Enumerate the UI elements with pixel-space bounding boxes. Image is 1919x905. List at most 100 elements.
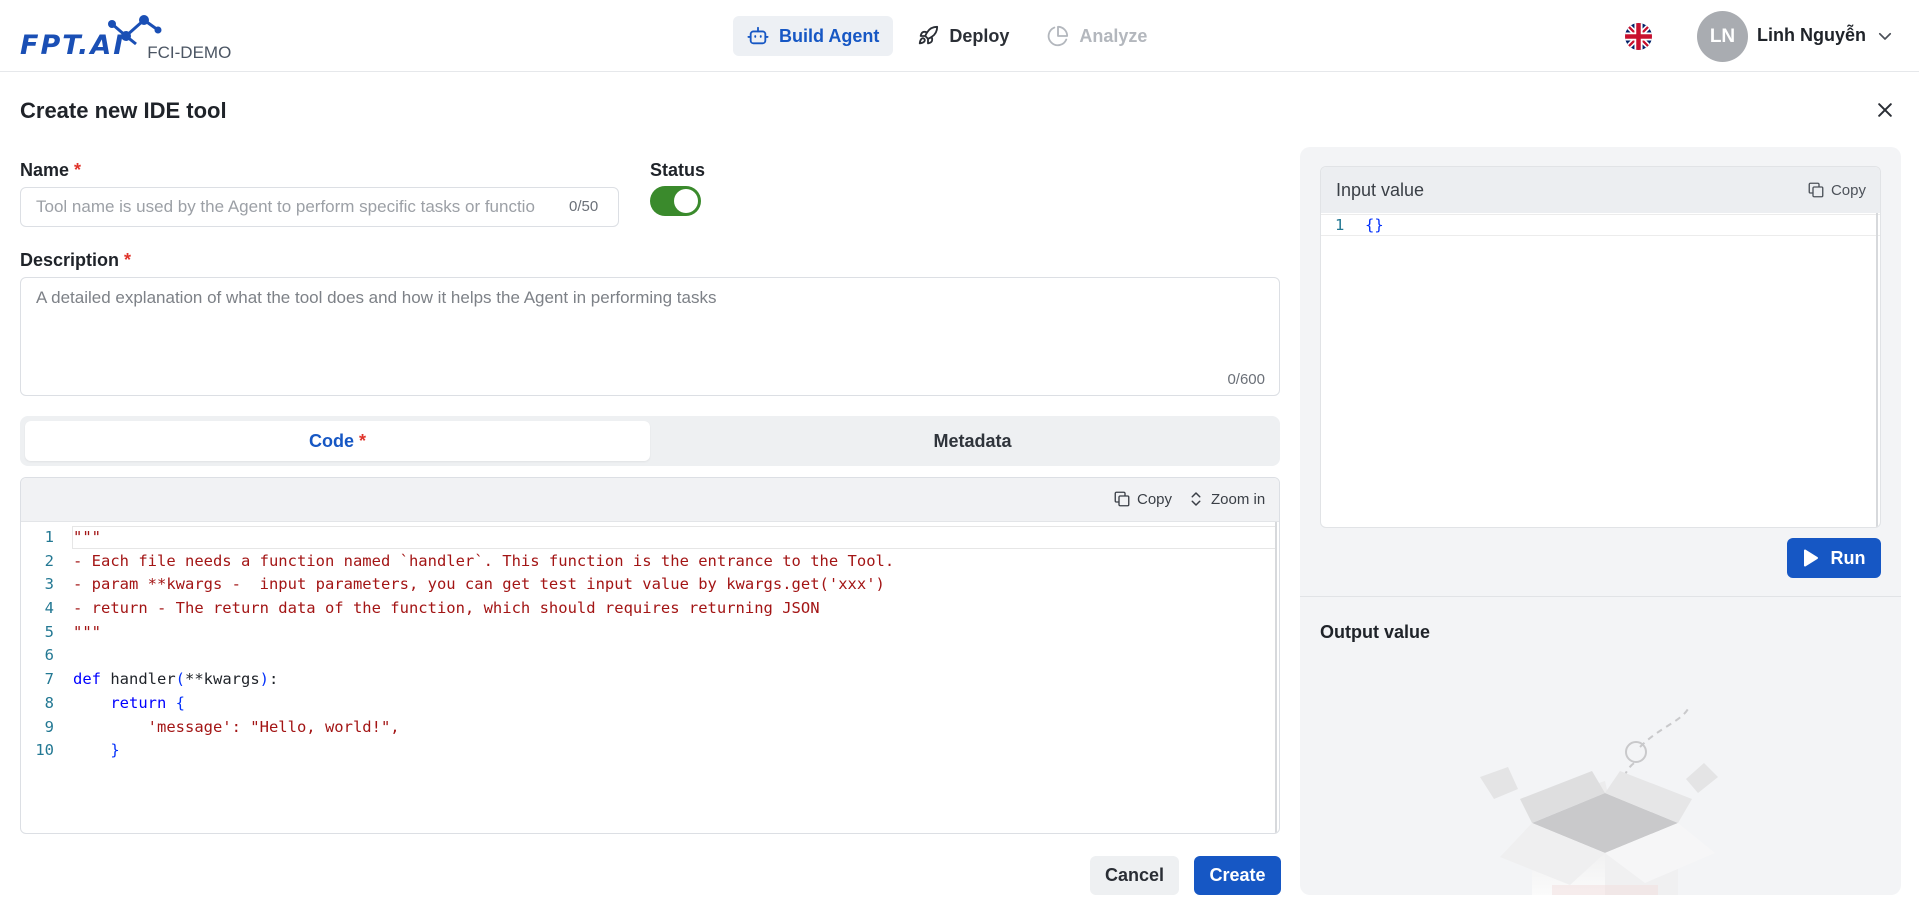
rocket-icon <box>919 25 939 45</box>
expand-vertical-icon <box>1191 492 1201 506</box>
code-text: - return - The return data of the functi… <box>73 599 820 618</box>
chevron-down-icon[interactable] <box>1876 27 1894 45</box>
editor-copy-button[interactable]: Copy <box>1113 490 1172 508</box>
description-char-counter: 0/600 <box>1227 371 1265 388</box>
code-text: """ <box>73 622 101 641</box>
user-avatar[interactable]: LN <box>1697 11 1748 62</box>
name-field[interactable]: 0/50 <box>20 187 619 227</box>
code-text: def handler(**kwargs): <box>73 670 279 689</box>
name-input[interactable] <box>21 188 551 226</box>
code-text: 'message': "Hello, world!", <box>73 717 400 736</box>
code-text: """ <box>73 528 101 546</box>
nav-tab-build-agent[interactable]: Build Agent <box>733 16 894 56</box>
panel-divider <box>1300 596 1901 597</box>
required-mark: * <box>74 160 82 180</box>
top-navigation-bar: FPT.AI FCI-DEMO Build Agent Deploy Analy… <box>0 0 1919 72</box>
status-label: Status <box>650 160 706 180</box>
input-copy-label: Copy <box>1830 181 1866 199</box>
code-line: 8 return { <box>21 692 1279 716</box>
empty-box-illustration <box>1480 708 1718 895</box>
copy-icon <box>1808 182 1824 198</box>
code-line: 2 - Each file needs a function named `han… <box>21 550 1279 574</box>
code-text: } <box>73 741 120 760</box>
toggle-knob <box>674 189 698 213</box>
code-metadata-tabs: Code * Metadata <box>20 416 1280 466</box>
code-text: return { <box>73 692 185 716</box>
code-bracket: ( <box>175 670 185 689</box>
output-value-title: Output value <box>1320 622 1431 642</box>
line-number: 5 <box>44 622 54 641</box>
tab-code-label: Code <box>308 430 354 451</box>
input-code-line[interactable]: 1 {} <box>1321 214 1880 236</box>
input-scrollbar[interactable] <box>1876 213 1878 527</box>
name-char-counter: 0/50 <box>569 198 599 215</box>
line-number: 3 <box>44 575 54 594</box>
nav-tab-deploy[interactable]: Deploy <box>903 16 1023 56</box>
line-number: 10 <box>35 741 54 760</box>
line-number: 2 <box>44 551 54 570</box>
line-number: 1 <box>44 528 54 546</box>
workspace-name: FCI-DEMO <box>147 43 232 62</box>
nav-tab-analyze[interactable]: Analyze <box>1033 16 1161 56</box>
code-bracket: ) <box>259 670 269 689</box>
code-line: 6 <box>21 644 1279 668</box>
code-keyword: return <box>110 693 167 712</box>
create-button[interactable]: Create <box>1194 856 1281 895</box>
play-icon <box>1803 549 1818 567</box>
input-value-editor[interactable]: Input value Copy 1 {} <box>1320 166 1881 528</box>
line-number: 7 <box>44 670 54 689</box>
line-number: 9 <box>44 717 54 736</box>
tab-metadata-label: Metadata <box>933 430 1012 451</box>
robot-icon <box>747 26 769 45</box>
editor-zoom-button[interactable]: Zoom in <box>1187 490 1265 508</box>
input-json-value: {} <box>1365 216 1384 234</box>
status-toggle[interactable] <box>650 186 701 216</box>
editor-toolbar: Copy Zoom in <box>21 478 1279 522</box>
uk-flag-icon[interactable] <box>1625 23 1652 50</box>
test-panel: Input value Copy 1 {} Run Output value <box>1300 147 1901 895</box>
code-line: 3 - param **kwargs - input parameters, yo… <box>21 573 1279 597</box>
line-number: 6 <box>44 646 54 665</box>
line-number: 4 <box>44 599 54 618</box>
description-label: Description * <box>20 250 131 271</box>
input-copy-button[interactable]: Copy <box>1807 181 1866 199</box>
code-keyword: def <box>73 670 101 689</box>
input-value-title: Input value <box>1336 180 1425 200</box>
brand-logo[interactable]: FPT.AI FCI-DEMO <box>20 12 232 62</box>
name-label-text: Name <box>20 160 70 180</box>
user-name[interactable]: Linh Nguyễn <box>1757 25 1866 46</box>
code-line: 1 """ <box>21 526 1279 550</box>
line-number: 1 <box>1335 216 1345 234</box>
code-line: 4 - return - The return data of the funct… <box>21 597 1279 621</box>
required-mark: * <box>358 430 366 451</box>
page-title: Create new IDE tool <box>20 98 227 123</box>
editor-copy-label: Copy <box>1137 490 1173 508</box>
input-value-header: Input value Copy <box>1321 167 1880 213</box>
description-field[interactable]: 0/600 <box>20 277 1280 396</box>
code-editor[interactable]: Copy Zoom in 1 """ 2 - Each file needs a f… <box>20 477 1280 834</box>
pie-chart-icon <box>1048 25 1069 47</box>
close-button[interactable] <box>1872 97 1898 123</box>
nav-tab-label: Analyze <box>1079 25 1148 46</box>
main-nav-tabs: Build Agent Deploy Analyze <box>733 16 1161 56</box>
code-content[interactable]: 1 """ 2 - Each file needs a function named… <box>21 526 1279 763</box>
run-label: Run <box>1830 547 1866 568</box>
name-label: Name * <box>20 160 81 181</box>
description-label-text: Description <box>20 250 120 270</box>
code-text: - param **kwargs - input parameters, you… <box>73 575 885 594</box>
cancel-button[interactable]: Cancel <box>1090 856 1179 895</box>
code-line: 7 def handler(**kwargs): <box>21 668 1279 692</box>
tab-code[interactable]: Code * <box>25 421 650 461</box>
tab-metadata[interactable]: Metadata <box>660 421 1285 461</box>
line-number: 8 <box>44 693 54 712</box>
nav-tab-label: Build Agent <box>779 25 880 46</box>
code-line: 10 } <box>21 739 1279 763</box>
code-line: 5 """ <box>21 621 1279 645</box>
editor-zoom-label: Zoom in <box>1211 490 1266 508</box>
description-input[interactable] <box>21 278 1279 368</box>
required-mark: * <box>124 250 132 270</box>
code-text: - Each file needs a function named `hand… <box>73 551 895 570</box>
run-button[interactable]: Run <box>1787 538 1881 578</box>
close-icon <box>1878 103 1892 117</box>
editor-scrollbar[interactable] <box>1275 522 1277 833</box>
